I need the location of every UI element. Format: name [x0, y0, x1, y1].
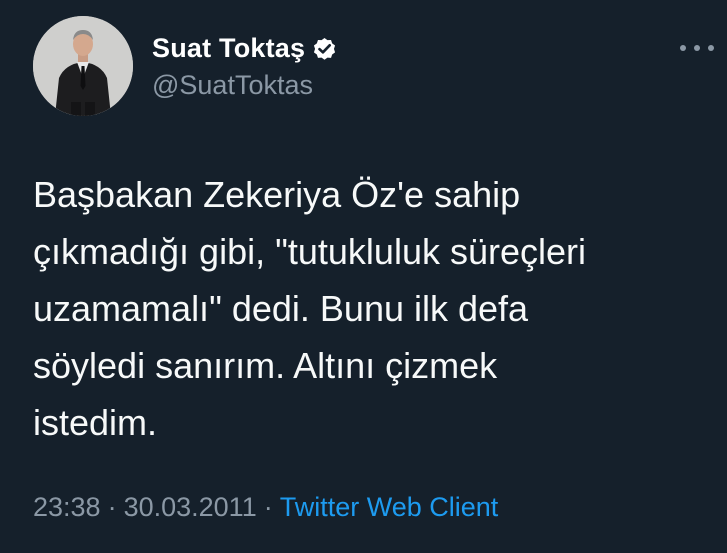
meta-separator: ·: [263, 492, 273, 522]
avatar[interactable]: [33, 16, 133, 116]
meta-separator: ·: [107, 492, 117, 522]
more-options-icon: [694, 45, 700, 51]
more-options-icon: [708, 45, 714, 51]
tweet-card: Suat Toktaş @SuatToktas Başbakan Zekeriy…: [0, 0, 727, 553]
more-options-icon: [680, 45, 686, 51]
tweet-meta: 23:38 · 30.03.2011 · Twitter Web Client: [33, 492, 498, 523]
more-options-button[interactable]: [680, 36, 714, 60]
tweet-client-link[interactable]: Twitter Web Client: [280, 492, 499, 522]
tweet-text: Başbakan Zekeriya Öz'e sahip çıkmadığı g…: [33, 174, 587, 443]
author-display-name[interactable]: Suat Toktaş: [152, 33, 305, 64]
tweet-time[interactable]: 23:38: [33, 492, 101, 522]
author-name-row: Suat Toktaş: [152, 31, 338, 65]
tweet-date[interactable]: 30.03.2011: [124, 492, 257, 522]
author-handle[interactable]: @SuatToktas: [152, 70, 313, 101]
avatar-photo: [33, 16, 133, 116]
verified-badge-icon: [311, 35, 338, 62]
